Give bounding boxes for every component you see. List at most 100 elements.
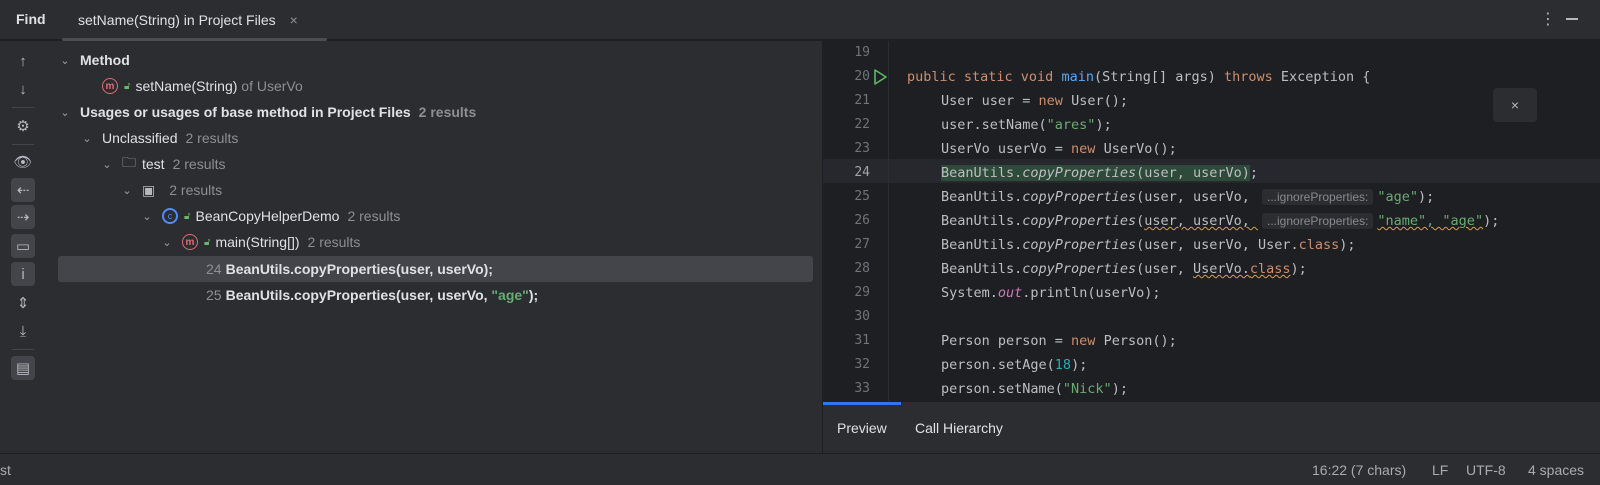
line-number: 33: [854, 381, 870, 396]
line-number: 28: [854, 261, 870, 276]
chevron-down-icon[interactable]: ⌄: [80, 132, 94, 145]
chevron-down-icon[interactable]: ⌄: [120, 184, 134, 197]
unlock-icon: 🔓︎: [184, 210, 191, 222]
export-icon[interactable]: ⇢: [11, 205, 35, 229]
collapse-all-icon[interactable]: ⤓: [11, 319, 35, 343]
usage-code: BeanUtils.copyProperties(user, userVo);: [225, 261, 493, 277]
line-number: 30: [854, 309, 870, 324]
code-preview-editor[interactable]: 19 20 21 22 23 24 25 26 27 28 29 30 31 3…: [823, 41, 1600, 401]
node-label: Unclassified: [102, 130, 178, 146]
node-label: BeanCopyHelperDemo: [195, 208, 340, 224]
status-bar: st 16:22 (7 chars) LF UTF-8 4 spaces: [0, 453, 1600, 485]
code-line: UserVo userVo = new UserVo();: [941, 141, 1177, 157]
chevron-down-icon[interactable]: ⌄: [140, 210, 154, 223]
method-icon: m: [182, 234, 198, 250]
usage-row[interactable]: 24 BeanUtils.copyProperties(user, userVo…: [58, 256, 813, 282]
find-toolbar: ↑ ↓ ⚙ 👁 ⇠ ⇢ ▭ i ⇕ ⤓ ▤: [0, 41, 46, 453]
code-line: BeanUtils.copyProperties(user, UserVo.cl…: [941, 261, 1307, 277]
line-number: 20: [854, 69, 870, 84]
chevron-down-icon[interactable]: ⌄: [58, 54, 72, 67]
result-count: 2 results: [307, 234, 361, 250]
find-tool-window-header: Find setName(String) in Project Files × …: [0, 0, 1600, 41]
tab-find-results[interactable]: setName(String) in Project Files ×: [62, 0, 314, 40]
tool-window-title: Find: [16, 11, 46, 27]
result-count: 2 results: [185, 130, 239, 146]
caret-position[interactable]: 16:22 (7 chars): [1312, 462, 1406, 478]
code-line: public static void main(String[] args) t…: [907, 69, 1371, 85]
arrow-down-icon[interactable]: ↓: [11, 77, 35, 101]
class-icon: c: [162, 208, 178, 224]
code-line: person.setAge(18);: [941, 357, 1088, 373]
line-number: 22: [854, 117, 870, 132]
tree-node-test[interactable]: ⌄ 🗀︎ test 2 results: [58, 151, 813, 177]
line-number: 29: [854, 285, 870, 300]
usage-string: "age": [491, 287, 529, 303]
status-left-text[interactable]: st: [0, 462, 11, 478]
toolbar-divider: [12, 107, 34, 108]
minimize-icon[interactable]: [1566, 18, 1578, 20]
eye-icon[interactable]: 👁: [11, 150, 35, 174]
more-vertical-icon[interactable]: ⋮: [1540, 9, 1556, 29]
toolbar-divider: [12, 349, 34, 350]
chevron-down-icon[interactable]: ⌄: [160, 236, 174, 249]
toolbar-divider: [12, 144, 34, 145]
code-line: BeanUtils.copyProperties(user, userVo, .…: [941, 189, 1435, 205]
preview-panel-icon[interactable]: ▤: [11, 356, 35, 380]
line-number: 23: [854, 141, 870, 156]
method-icon: m: [102, 78, 118, 94]
chevron-down-icon[interactable]: ⌄: [58, 106, 72, 119]
file-encoding[interactable]: UTF-8: [1466, 462, 1506, 478]
results-tree: ⌄ Method m 🔓︎ setName(String) of UserVo …: [46, 41, 823, 453]
tree-node-method[interactable]: ⌄ Method: [58, 47, 813, 73]
line-number: 31: [854, 333, 870, 348]
indent-setting[interactable]: 4 spaces: [1528, 462, 1584, 478]
chevron-down-icon[interactable]: ⌄: [100, 158, 114, 171]
line-number: 25: [854, 189, 870, 204]
usage-row[interactable]: 25 BeanUtils.copyProperties(user, userVo…: [58, 282, 813, 308]
tab-preview[interactable]: Preview: [837, 402, 887, 454]
node-label: Method: [80, 52, 130, 68]
line-number: 19: [854, 45, 870, 60]
result-count: 2 results: [172, 156, 226, 172]
expand-all-icon[interactable]: ⇕: [11, 291, 35, 315]
tree-node-unclassified[interactable]: ⌄ Unclassified 2 results: [58, 125, 813, 151]
line-number: 27: [854, 237, 870, 252]
node-label: test: [142, 156, 165, 172]
tab-call-hierarchy[interactable]: Call Hierarchy: [915, 402, 1003, 454]
import-icon[interactable]: ⇠: [11, 178, 35, 202]
package-icon: ▣: [142, 181, 156, 198]
tree-node-main[interactable]: ⌄ m 🔓︎ main(String[]) 2 results: [58, 229, 813, 255]
tree-node-class[interactable]: ⌄ c 🔓︎ BeanCopyHelperDemo 2 results: [58, 203, 813, 229]
gear-icon[interactable]: ⚙: [11, 114, 35, 138]
usage-code: BeanUtils.copyProperties(user, userVo,: [225, 287, 492, 303]
code-line: BeanUtils.copyProperties(user, userVo, .…: [941, 213, 1500, 229]
line-number: 24: [854, 165, 870, 180]
folder-icon: 🗀︎: [122, 154, 136, 170]
result-count: 2 results: [347, 208, 401, 224]
usage-code-tail: );: [528, 287, 539, 303]
line-number: 32: [854, 357, 870, 372]
run-icon[interactable]: [873, 69, 887, 85]
code-line: System.out.println(userVo);: [941, 285, 1161, 301]
line-number-gutter: 19 20 21 22 23 24 25 26 27 28 29 30 31 3…: [823, 41, 889, 401]
folder-filter-icon[interactable]: ▭: [11, 234, 35, 258]
tree-node-method-target[interactable]: m 🔓︎ setName(String) of UserVo: [58, 73, 813, 99]
close-icon[interactable]: ×: [290, 12, 298, 28]
method-owner: of UserVo: [241, 78, 303, 94]
tree-node-usages[interactable]: ⌄ Usages or usages of base method in Pro…: [58, 99, 813, 125]
close-icon[interactable]: ×: [1493, 88, 1537, 122]
code-line: BeanUtils.copyProperties(user, userVo, U…: [941, 237, 1356, 253]
node-label: main(String[]): [215, 234, 300, 250]
line-ending[interactable]: LF: [1432, 462, 1448, 478]
tree-node-package[interactable]: ⌄ ▣ 2 results: [58, 177, 813, 203]
line-number: 26: [854, 213, 870, 228]
usage-line-number: 24: [206, 261, 222, 277]
info-icon[interactable]: i: [11, 262, 35, 286]
line-number: 21: [854, 93, 870, 108]
unlock-icon: 🔓︎: [204, 236, 211, 248]
code-line: Person person = new Person();: [941, 333, 1177, 349]
tab-label: setName(String) in Project Files: [78, 12, 276, 28]
preview-tabs: Preview Call Hierarchy: [823, 401, 1600, 453]
node-label: Usages or usages of base method in Proje…: [80, 104, 411, 120]
arrow-up-icon[interactable]: ↑: [11, 49, 35, 73]
